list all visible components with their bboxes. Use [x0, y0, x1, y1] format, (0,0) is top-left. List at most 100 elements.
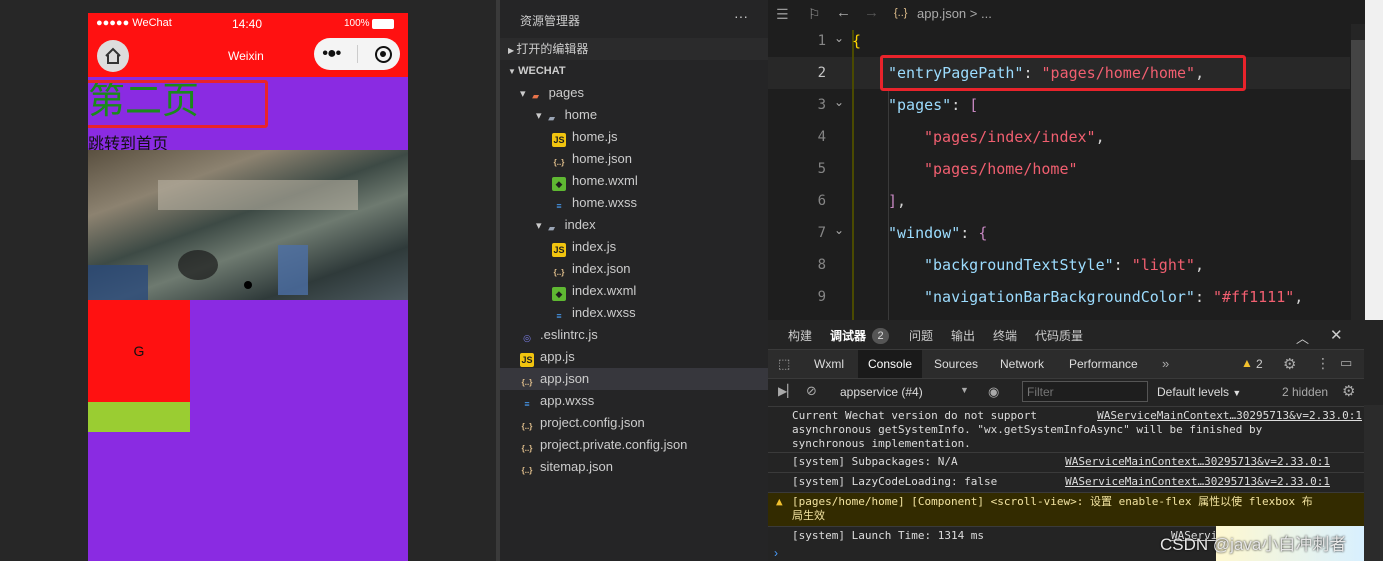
tree-item[interactable]: ◆ home.wxml — [500, 170, 768, 192]
kebab-menu-icon[interactable]: ⋮ — [1316, 355, 1330, 372]
log-source-link[interactable]: WAServiceMainContext…30295713&v=2.33.0:1 — [1065, 455, 1330, 469]
tree-item-label: home.wxss — [572, 195, 638, 210]
code-token: "navigationBarBackgroundColor" — [924, 288, 1195, 306]
warning-icon[interactable]: ▲ — [1241, 356, 1253, 370]
eye-icon[interactable]: ◉ — [988, 384, 999, 400]
tree-item[interactable]: ◎ .eslintrc.js — [500, 324, 768, 346]
tree-item[interactable]: ≡ app.wxss — [500, 390, 768, 412]
panel-tab[interactable]: Performance — [1059, 350, 1148, 378]
expand-icon[interactable]: ︿ — [1296, 328, 1309, 347]
eslint-file-icon: ◎ — [523, 333, 531, 343]
code-token: "pages/home/home" — [924, 160, 1078, 178]
panel-tab[interactable]: Sources — [924, 350, 988, 378]
tree-item[interactable]: ▾ ▰ index — [500, 214, 768, 236]
filter-input[interactable] — [1022, 381, 1148, 402]
code-line[interactable]: "navigationBarBackgroundColor": "#ff1111… — [924, 281, 1303, 313]
code-token: : — [960, 224, 979, 242]
tree-item[interactable]: ≡ index.wxss — [500, 302, 768, 324]
code-token: , — [1095, 128, 1105, 146]
tree-item[interactable]: {..} app.json — [500, 368, 768, 390]
tree-item[interactable]: {..} sitemap.json — [500, 456, 768, 478]
swiper-image[interactable] — [88, 150, 408, 300]
console-settings-icon[interactable]: ⚙ — [1342, 382, 1355, 400]
more-tabs-icon[interactable]: » — [1162, 356, 1169, 371]
project-label: WECHAT — [518, 65, 566, 77]
project-section[interactable]: ▼ WECHAT — [500, 60, 768, 82]
more-dots-icon[interactable]: •●• — [322, 45, 341, 63]
tree-item-label: .eslintrc.js — [540, 327, 598, 342]
tree-item[interactable]: ≡ home.wxss — [500, 192, 768, 214]
code-token: , — [1194, 256, 1204, 274]
console-prompt-icon[interactable]: › — [774, 546, 778, 560]
log-source-link[interactable]: WAServiceMainContext…30295713&v=2.33.0:1 — [1065, 475, 1330, 489]
code-line[interactable]: ], — [888, 185, 906, 217]
explorer-title: 资源管理器 — [520, 14, 581, 28]
warning-icon: ▲ — [776, 495, 783, 508]
devtools-tab[interactable]: 问题 — [909, 320, 933, 352]
fold-chevron-icon[interactable]: ⌄ — [834, 31, 844, 45]
panel-tab[interactable]: Console — [858, 350, 923, 378]
code-token: "pages/index/index" — [924, 128, 1096, 146]
open-editors-section[interactable]: ▶ 打开的编辑器 — [500, 38, 768, 60]
tree-item[interactable]: JS app.js — [500, 346, 768, 368]
code-line[interactable]: "pages/index/index", — [924, 121, 1105, 153]
capsule-menu: •●• — [314, 38, 400, 70]
panel-tab[interactable]: Wxml — [804, 350, 854, 378]
devtools-tab[interactable]: 调试器 — [830, 320, 866, 352]
wxss-file-icon: ≡ — [556, 201, 562, 211]
devtools-tab[interactable]: 终端 — [993, 320, 1017, 352]
devtools-tab[interactable]: 构建 — [788, 320, 812, 352]
back-arrow-icon[interactable]: ← — [836, 4, 851, 21]
status-battery: 100% — [344, 18, 370, 29]
fold-chevron-icon[interactable]: ⌄ — [834, 223, 844, 237]
code-line[interactable]: { — [852, 25, 861, 57]
sidebar-toggle-icon[interactable]: ▶▏ — [778, 384, 796, 398]
close-icon[interactable]: ✕ — [1330, 326, 1343, 344]
tree-item[interactable]: JS home.js — [500, 126, 768, 148]
list-icon[interactable]: ☰ — [776, 6, 789, 23]
console-scrollbar[interactable] — [1364, 405, 1383, 561]
log-text: [system] LazyCodeLoading: false — [792, 475, 998, 488]
status-bar: ●●●●● WeChat 14:40 100% — [88, 13, 408, 35]
tree-item[interactable]: {..} index.json — [500, 258, 768, 280]
forward-arrow-icon[interactable]: → — [864, 4, 879, 21]
scrollbar[interactable] — [1351, 24, 1365, 320]
tree-item[interactable]: {..} home.json — [500, 148, 768, 170]
devtools-tab[interactable]: 输出 — [951, 320, 975, 352]
dock-icon[interactable]: ▭ — [1340, 355, 1352, 371]
home-button[interactable] — [97, 40, 129, 72]
tree-item[interactable]: JS index.js — [500, 236, 768, 258]
line-number: 4 — [817, 129, 826, 145]
tree-item[interactable]: ▾ ▰ home — [500, 104, 768, 126]
log-source-link[interactable]: WAServiceMainContext…30295713&v=2.33.0:1 — [1097, 409, 1362, 423]
more-actions-icon[interactable]: ··· — [734, 8, 748, 24]
panel-tab[interactable]: Network — [990, 350, 1054, 378]
dropdown-caret-icon[interactable]: ▼ — [960, 385, 969, 395]
breadcrumb[interactable]: app.json > ... — [917, 6, 992, 21]
tree-item-label: index.js — [572, 239, 617, 254]
tree-item[interactable]: {..} project.config.json — [500, 412, 768, 434]
clear-console-icon[interactable]: ⊘ — [806, 383, 817, 399]
devtools-tab[interactable]: 代码质量 — [1035, 320, 1083, 352]
code-token: "window" — [888, 224, 961, 242]
tree-item[interactable]: ◆ index.wxml — [500, 280, 768, 302]
fold-chevron-icon[interactable]: ⌄ — [834, 95, 844, 109]
json-file-icon: {..} — [894, 7, 908, 19]
swiper-dot[interactable] — [244, 281, 252, 289]
settings-gear-icon[interactable]: ⚙ — [1283, 355, 1296, 373]
code-token: : — [951, 96, 970, 114]
code-line[interactable]: "pages": [ — [888, 89, 978, 121]
close-target-icon[interactable] — [374, 45, 392, 63]
bookmark-icon[interactable]: ⚐ — [808, 6, 821, 23]
tree-item[interactable]: {..} project.private.config.json — [500, 434, 768, 456]
code-line[interactable]: "window": { — [888, 217, 987, 249]
line-number: 6 — [817, 193, 826, 209]
code-line[interactable]: "pages/home/home" — [924, 153, 1078, 185]
inspect-icon[interactable]: ⬚ — [778, 356, 790, 372]
code-token: "#ff1111" — [1213, 288, 1295, 306]
context-select[interactable]: appservice (#4) — [840, 385, 923, 399]
levels-dropdown[interactable]: Default levels ▼ — [1157, 385, 1241, 399]
tree-item[interactable]: ▾ ▰ pages — [500, 82, 768, 104]
code-line[interactable]: "backgroundTextStyle": "light", — [924, 249, 1204, 281]
tree-item-label: app.js — [540, 349, 575, 364]
